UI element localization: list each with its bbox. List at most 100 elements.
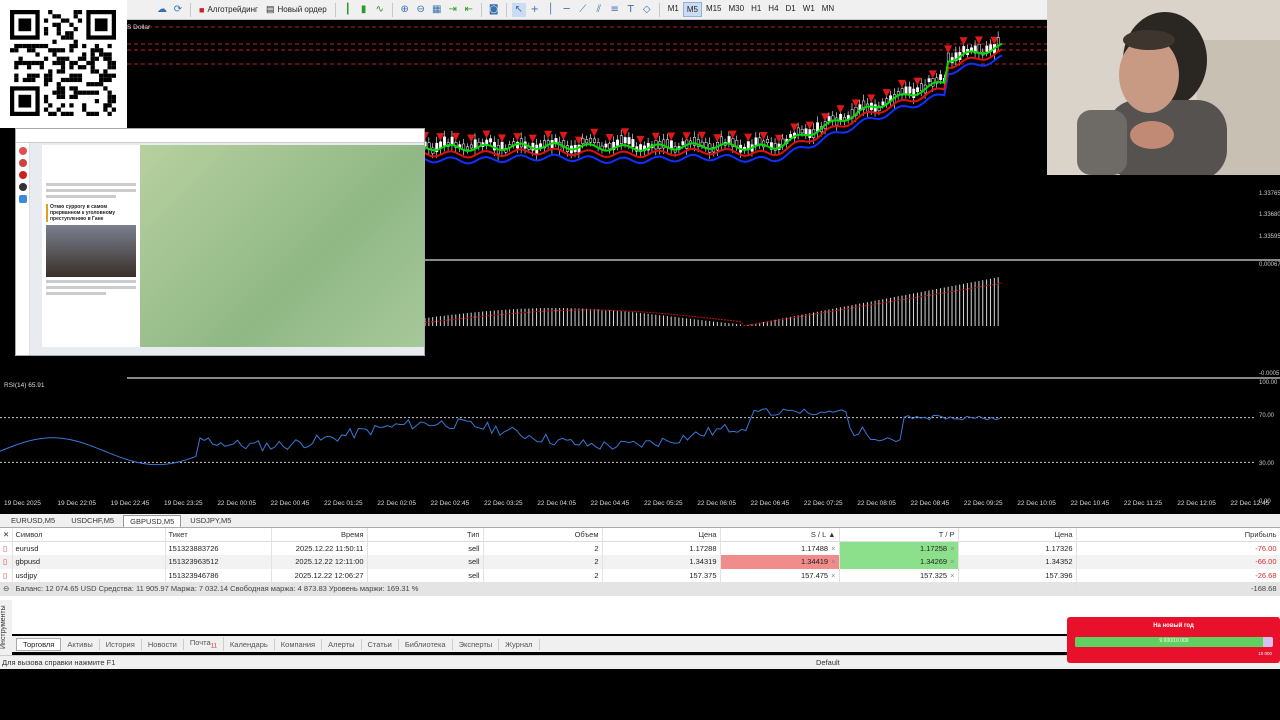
cell-tp[interactable]: 157.325 × (839, 568, 959, 582)
row-icon-cell: ▯ (0, 555, 13, 569)
toolbox-tab-4[interactable]: Почта11 (184, 637, 224, 651)
col-symbol[interactable]: Символ (12, 528, 166, 542)
rsi-indicator-panel[interactable]: RSI(14) 65.91 (0, 380, 1280, 500)
webcam-overlay (1047, 0, 1280, 175)
qr-module (73, 86, 78, 91)
rsi-canvas[interactable] (0, 380, 1280, 500)
candle-chart-icon[interactable]: ▮ (357, 3, 371, 17)
chart-title: S Dollar (127, 24, 151, 31)
qr-module (60, 90, 66, 95)
toolbox-tab-6[interactable]: Компания (275, 638, 323, 650)
qr-module (26, 73, 32, 78)
cell-tp[interactable]: 1.34269 × (839, 555, 959, 569)
line-chart-icon[interactable]: ∿ (373, 3, 387, 17)
remove-sl-icon[interactable]: × (831, 544, 835, 553)
timeframe-h1[interactable]: H1 (748, 2, 764, 17)
time-tick: 22 Dec 08:45 (910, 500, 950, 507)
collapse-icon[interactable]: ⊖ (0, 582, 13, 596)
text-tool-icon[interactable]: T (624, 3, 638, 17)
embed-chat-post: Отмю суррогу в самом прерванном к уголов… (42, 145, 140, 347)
col-tp[interactable]: T / P (839, 528, 959, 542)
qr-module (86, 82, 91, 87)
toolbox-tab-5[interactable]: Календарь (224, 638, 275, 650)
trendline-icon[interactable]: ⟋ (576, 3, 590, 17)
new-order-button[interactable]: ▤ Новый ордер (263, 4, 330, 15)
timeframe-d1[interactable]: D1 (783, 2, 799, 17)
col-type[interactable]: Тип (367, 528, 484, 542)
chart-tab-gbpusd[interactable]: GBPUSD,M5 (123, 515, 182, 527)
grid-icon[interactable]: ▦ (430, 3, 444, 17)
table-row[interactable]: ▯ usdjpy 151323946786 2025.12.22 12:06:27 se… (0, 568, 1280, 582)
time-tick: 22 Dec 08:05 (857, 500, 896, 507)
vertical-line-icon[interactable]: │ (544, 3, 558, 17)
screenshot-icon[interactable]: ◙ (487, 3, 501, 17)
cell-tp[interactable]: 1.17258 × (839, 541, 959, 555)
cell-sl[interactable]: 157.475 × (720, 568, 840, 582)
time-tick: 22 Dec 02:05 (377, 500, 416, 507)
chart-tab-usdchf[interactable]: USDCHF,M5 (64, 514, 121, 527)
qr-module (94, 56, 100, 61)
timeframe-m30[interactable]: M30 (726, 2, 748, 17)
candle-body (450, 136, 454, 146)
toolbox-tab-3[interactable]: Новости (142, 638, 184, 650)
candle-body (946, 52, 950, 62)
timeframe-h4[interactable]: H4 (765, 2, 781, 17)
candle-body (489, 138, 493, 143)
price-tick: -0.0005 (1259, 371, 1280, 377)
toolbox-side-label[interactable]: Инструменты (0, 600, 12, 655)
toolbox-tab-9[interactable]: Библиотека (399, 638, 453, 650)
col-volume[interactable]: Объем (483, 528, 603, 542)
toolbox-tab-2[interactable]: История (100, 638, 142, 650)
remove-sl-icon[interactable]: × (831, 571, 835, 580)
col-price[interactable]: Цена (602, 528, 721, 542)
cloud-icon[interactable]: ☁ (155, 3, 169, 17)
toolbox-tab-0[interactable]: Торговля (16, 637, 62, 651)
table-row[interactable]: ▯ gbpusd 151323963512 2025.12.22 12:11:00 se… (0, 555, 1280, 569)
timeframe-m5[interactable]: M5 (682, 2, 702, 17)
cursor-icon[interactable]: ↖ (511, 2, 526, 17)
chart-tab-usdjpy[interactable]: USDJPY,M5 (183, 514, 238, 527)
remove-tp-icon[interactable]: × (950, 544, 954, 553)
col-profit[interactable]: Прибыль (1076, 528, 1280, 542)
toolbox-tab-10[interactable]: Эксперты (453, 638, 500, 650)
candle-body (827, 116, 831, 122)
timeframe-mn[interactable]: MN (819, 2, 837, 17)
col-ticket[interactable]: Тикет (165, 528, 272, 542)
bar-chart-icon[interactable]: ┃ (341, 3, 355, 17)
crosshair-icon[interactable]: + (528, 3, 542, 17)
col-sl[interactable]: S / L ▲ (720, 528, 840, 542)
close-icon[interactable]: ✕ (0, 528, 13, 542)
horizontal-line-icon[interactable]: ─ (560, 3, 574, 17)
toolbox-tab-label: Компания (280, 639, 316, 649)
remove-tp-icon[interactable]: × (950, 571, 954, 580)
cell-sl[interactable]: 1.17488 × (720, 541, 840, 555)
toolbox-tab-8[interactable]: Статьи (362, 638, 399, 650)
chart-shift-icon[interactable]: ⇤ (462, 3, 476, 17)
zoom-out-icon[interactable]: ⊖ (414, 3, 428, 17)
col-time[interactable]: Время (271, 528, 368, 542)
toolbox-tab-7[interactable]: Алерты (322, 638, 362, 650)
shapes-icon[interactable]: ◇ (640, 3, 654, 17)
qr-module (77, 73, 83, 78)
remove-sl-icon[interactable]: × (831, 557, 835, 566)
qr-module (22, 60, 27, 66)
toolbox-tab-11[interactable]: Журнал (499, 638, 540, 650)
autoscroll-icon[interactable]: ⇥ (446, 3, 460, 17)
qr-module (14, 43, 19, 49)
zoom-in-icon[interactable]: ⊕ (398, 3, 412, 17)
table-row[interactable]: ▯ eurusd 151323883726 2025.12.22 11:50:11 se… (0, 541, 1280, 555)
qr-module (14, 77, 19, 83)
timeframe-m1[interactable]: M1 (665, 2, 682, 17)
time-tick: 22 Dec 05:25 (643, 500, 683, 507)
chart-tab-eurusd[interactable]: EURUSD,M5 (4, 514, 62, 527)
cell-sl[interactable]: 1.34419 × (720, 555, 840, 569)
refresh-icon[interactable]: ⟳ (171, 3, 185, 17)
toolbox-tab-1[interactable]: Активы (61, 638, 100, 650)
channel-icon[interactable]: ⫽ (592, 3, 606, 17)
timeframe-w1[interactable]: W1 (800, 2, 818, 17)
remove-tp-icon[interactable]: × (950, 557, 954, 566)
fibonacci-icon[interactable]: ≡ (608, 3, 622, 17)
col-cur-price[interactable]: Цена (958, 528, 1077, 542)
algo-trading-button[interactable]: ■ Алготрейдинг (196, 5, 261, 15)
timeframe-m15[interactable]: M15 (703, 2, 725, 17)
